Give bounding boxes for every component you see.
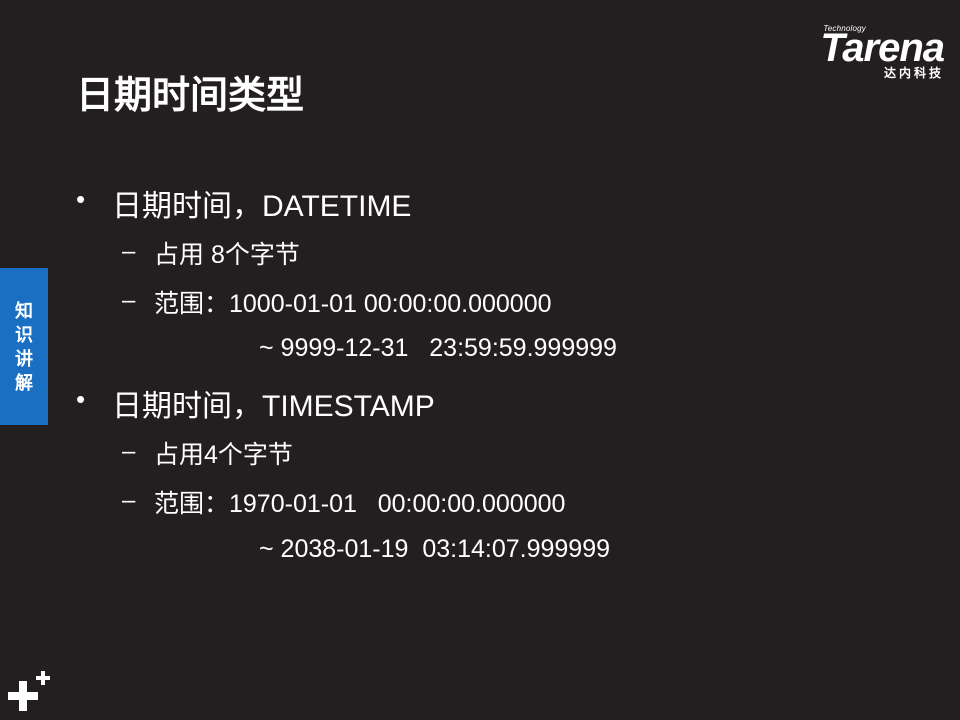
plus-icon (8, 671, 50, 711)
dash-marker: – (122, 487, 136, 514)
list-item-timestamp-size: 占用4个字节 (154, 441, 293, 469)
bullet-marker: • (76, 184, 86, 214)
list-item-datetime-range: 范围：1000-01-01 00:00:00.000000 (154, 290, 552, 318)
dash-marker: – (122, 238, 136, 265)
slide-title: 日期时间类型 (76, 75, 305, 117)
section-heading-timestamp: 日期时间，TIMESTAMP (112, 390, 435, 423)
dash-marker: – (122, 287, 136, 314)
slide: Technology Tarena 达内科技 日期时间类型 知识讲解 • 日期时… (0, 0, 960, 720)
section-heading-datetime: 日期时间，DATETIME (112, 190, 412, 223)
logo-brand-text: Tarena (820, 26, 945, 70)
bullet-marker: • (76, 384, 86, 414)
dash-marker: – (122, 438, 136, 465)
tarena-logo: Technology Tarena 达内科技 (774, 22, 945, 84)
list-item-datetime-size: 占用 8个字节 (154, 241, 300, 269)
list-item-timestamp-range: 范围：1970-01-01 00:00:00.000000 (154, 490, 566, 518)
list-item-datetime-range-end: ~ 9999-12-31 23:59:59.999999 (259, 334, 617, 362)
side-tab-label: 知识讲解 (15, 300, 33, 393)
side-tab: 知识讲解 (0, 268, 48, 425)
list-item-timestamp-range-end: ~ 2038-01-19 03:14:07.999999 (259, 535, 611, 563)
logo-chinese-text: 达内科技 (883, 66, 944, 80)
